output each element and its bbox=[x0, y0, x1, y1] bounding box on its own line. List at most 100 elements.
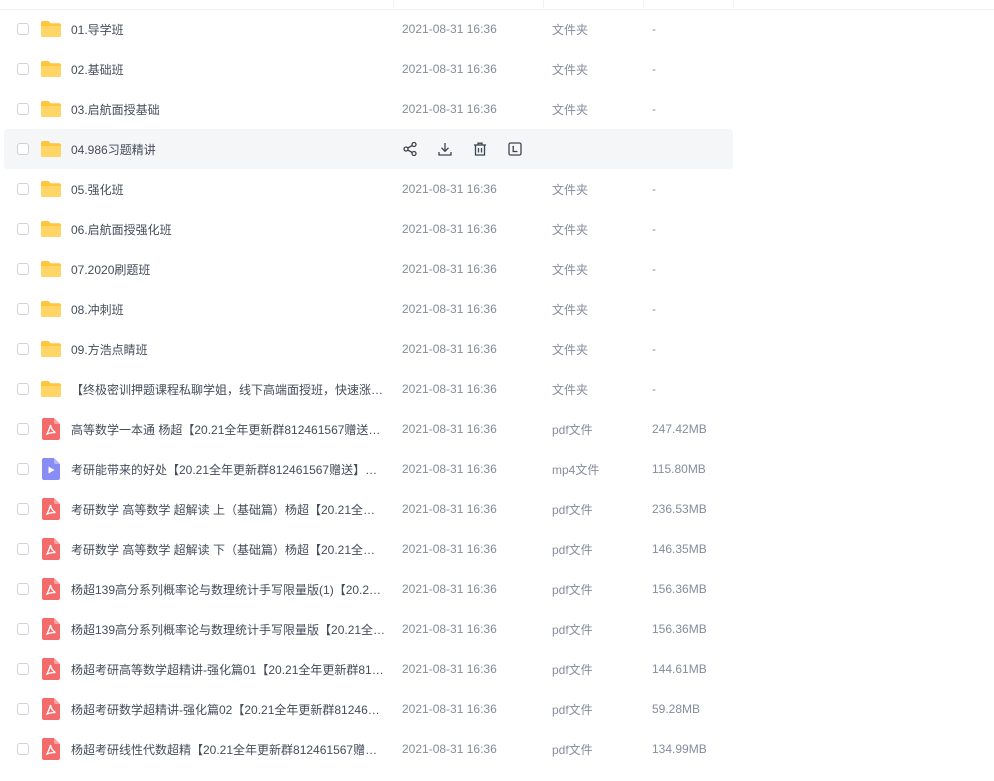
file-row[interactable]: 08.冲刺班 2021-08-31 16:36 文件夹 - bbox=[4, 289, 733, 329]
modified-time: 2021-08-31 16:36 bbox=[402, 462, 497, 476]
pdf-icon bbox=[40, 538, 62, 560]
row-actions bbox=[401, 141, 523, 158]
file-name[interactable]: 09.方浩点睛班 bbox=[71, 341, 387, 358]
file-name[interactable]: 06.启航面授强化班 bbox=[71, 221, 387, 238]
download-button[interactable] bbox=[436, 141, 453, 158]
file-name[interactable]: 07.2020刷题班 bbox=[71, 261, 387, 278]
file-row[interactable]: 03.启航面授基础 2021-08-31 16:36 文件夹 - bbox=[4, 89, 733, 129]
file-size: - bbox=[652, 302, 656, 316]
modified-time: 2021-08-31 16:36 bbox=[402, 342, 497, 356]
file-row[interactable]: 考研数学 高等数学 超解读 上（基础篇）杨超【20.21全… 2021-08-31… bbox=[4, 489, 733, 529]
file-type: pdf文件 bbox=[552, 702, 593, 717]
file-name[interactable]: 03.启航面授基础 bbox=[71, 101, 387, 118]
file-row[interactable]: 考研数学 高等数学 超解读 下（基础篇）杨超【20.21全… 2021-08-31… bbox=[4, 529, 733, 569]
pdf-icon bbox=[40, 618, 62, 640]
file-row[interactable]: 05.强化班 2021-08-31 16:36 文件夹 - bbox=[4, 169, 733, 209]
file-name[interactable]: 杨超考研线性代数超精【20.21全年更新群812461567赠… bbox=[71, 741, 387, 758]
folder-icon bbox=[40, 258, 62, 280]
file-type: 文件夹 bbox=[552, 182, 589, 197]
file-name[interactable]: 08.冲刺班 bbox=[71, 301, 387, 318]
row-checkbox[interactable] bbox=[17, 183, 29, 195]
folder-icon bbox=[40, 178, 62, 200]
file-row[interactable]: 【终极密训押题课程私聊学姐，线下高端面授班，快速涨… 2021-08-31 16:… bbox=[4, 369, 733, 409]
file-row[interactable]: 02.基础班 2021-08-31 16:36 文件夹 - bbox=[4, 49, 733, 89]
file-row[interactable]: 杨超考研高等数学超精讲-强化篇01【20.21全年更新群81… 2021-08-3… bbox=[4, 649, 733, 689]
file-row[interactable]: 01.导学班 2021-08-31 16:36 文件夹 - bbox=[4, 9, 733, 49]
file-row[interactable]: 07.2020刷题班 2021-08-31 16:36 文件夹 - bbox=[4, 249, 733, 289]
file-name[interactable]: 【终极密训押题课程私聊学姐，线下高端面授班，快速涨… bbox=[71, 381, 387, 398]
file-row[interactable]: 09.方浩点睛班 2021-08-31 16:36 文件夹 - bbox=[4, 329, 733, 369]
file-row[interactable]: 高等数学一本通 杨超【20.21全年更新群812461567赠送… 2021-08… bbox=[4, 409, 733, 449]
row-checkbox[interactable] bbox=[17, 463, 29, 475]
column-divider[interactable] bbox=[543, 0, 544, 8]
file-size: 146.35MB bbox=[652, 542, 707, 556]
file-size: - bbox=[652, 22, 656, 36]
file-name[interactable]: 杨超139高分系列概率论与数理统计手写限量版(1)【20.2… bbox=[71, 581, 387, 598]
file-type: 文件夹 bbox=[552, 102, 589, 117]
file-name[interactable]: 02.基础班 bbox=[71, 61, 387, 78]
folder-icon bbox=[40, 18, 62, 40]
download-icon bbox=[437, 142, 452, 156]
row-checkbox[interactable] bbox=[17, 263, 29, 275]
file-type: 文件夹 bbox=[552, 62, 589, 77]
share-icon bbox=[402, 142, 417, 156]
file-name[interactable]: 考研数学 高等数学 超解读 上（基础篇）杨超【20.21全… bbox=[71, 501, 387, 518]
file-row[interactable]: 杨超139高分系列概率论与数理统计手写限量版【20.21全… 2021-08-31… bbox=[4, 609, 733, 649]
file-name[interactable]: 杨超139高分系列概率论与数理统计手写限量版【20.21全… bbox=[71, 621, 387, 638]
column-divider[interactable] bbox=[643, 0, 644, 8]
file-row[interactable]: 06.启航面授强化班 2021-08-31 16:36 文件夹 - bbox=[4, 209, 733, 249]
row-checkbox[interactable] bbox=[17, 63, 29, 75]
file-name[interactable]: 杨超考研数学超精讲-强化篇02【20.21全年更新群81246… bbox=[71, 701, 387, 718]
delete-button[interactable] bbox=[471, 141, 488, 158]
file-row[interactable]: 04.986习题精讲 bbox=[4, 129, 733, 169]
folder-icon bbox=[40, 338, 62, 360]
row-checkbox[interactable] bbox=[17, 343, 29, 355]
file-size: 156.36MB bbox=[652, 582, 707, 596]
file-name[interactable]: 04.986习题精讲 bbox=[71, 141, 387, 158]
file-row[interactable]: 考研能带来的好处【20.21全年更新群812461567赠送】… 2021-08-… bbox=[4, 449, 733, 489]
row-checkbox[interactable] bbox=[17, 303, 29, 315]
row-checkbox[interactable] bbox=[17, 103, 29, 115]
file-row[interactable]: 杨超139高分系列概率论与数理统计手写限量版(1)【20.2… 2021-08-3… bbox=[4, 569, 733, 609]
video-icon bbox=[40, 458, 62, 480]
file-type: 文件夹 bbox=[552, 382, 589, 397]
file-name[interactable]: 05.强化班 bbox=[71, 181, 387, 198]
row-checkbox[interactable] bbox=[17, 703, 29, 715]
share-button[interactable] bbox=[401, 141, 418, 158]
row-checkbox[interactable] bbox=[17, 583, 29, 595]
file-row[interactable]: 杨超考研线性代数超精【20.21全年更新群812461567赠… 2021-08-… bbox=[4, 729, 733, 769]
row-checkbox[interactable] bbox=[17, 383, 29, 395]
file-name[interactable]: 考研能带来的好处【20.21全年更新群812461567赠送】… bbox=[71, 461, 387, 478]
file-size: 59.28MB bbox=[652, 702, 701, 716]
file-name[interactable]: 考研数学 高等数学 超解读 下（基础篇）杨超【20.21全… bbox=[71, 541, 387, 558]
row-checkbox[interactable] bbox=[17, 743, 29, 755]
row-checkbox[interactable] bbox=[17, 23, 29, 35]
file-type: 文件夹 bbox=[552, 222, 589, 237]
file-type: pdf文件 bbox=[552, 422, 593, 437]
file-type: 文件夹 bbox=[552, 302, 589, 317]
folder-icon bbox=[40, 138, 62, 160]
row-checkbox[interactable] bbox=[17, 223, 29, 235]
row-checkbox[interactable] bbox=[17, 623, 29, 635]
modified-time: 2021-08-31 16:36 bbox=[402, 382, 497, 396]
file-name[interactable]: 高等数学一本通 杨超【20.21全年更新群812461567赠送… bbox=[71, 421, 387, 438]
row-checkbox[interactable] bbox=[17, 503, 29, 515]
file-name[interactable]: 01.导学班 bbox=[71, 21, 387, 38]
file-type: pdf文件 bbox=[552, 662, 593, 677]
file-size: - bbox=[652, 382, 656, 396]
row-checkbox[interactable] bbox=[17, 423, 29, 435]
file-row[interactable]: 杨超考研数学超精讲-强化篇02【20.21全年更新群81246… 2021-08-… bbox=[4, 689, 733, 729]
file-type: pdf文件 bbox=[552, 542, 593, 557]
modified-time: 2021-08-31 16:36 bbox=[402, 662, 497, 676]
file-type: mp4文件 bbox=[552, 462, 600, 477]
row-checkbox[interactable] bbox=[17, 663, 29, 675]
row-checkbox[interactable] bbox=[17, 143, 29, 155]
column-divider[interactable] bbox=[393, 0, 394, 8]
column-divider[interactable] bbox=[733, 0, 734, 8]
file-name[interactable]: 杨超考研高等数学超精讲-强化篇01【20.21全年更新群81… bbox=[71, 661, 387, 678]
row-checkbox[interactable] bbox=[17, 543, 29, 555]
file-type: pdf文件 bbox=[552, 582, 593, 597]
modified-time: 2021-08-31 16:36 bbox=[402, 102, 497, 116]
file-type: pdf文件 bbox=[552, 502, 593, 517]
more-button[interactable] bbox=[506, 141, 523, 158]
